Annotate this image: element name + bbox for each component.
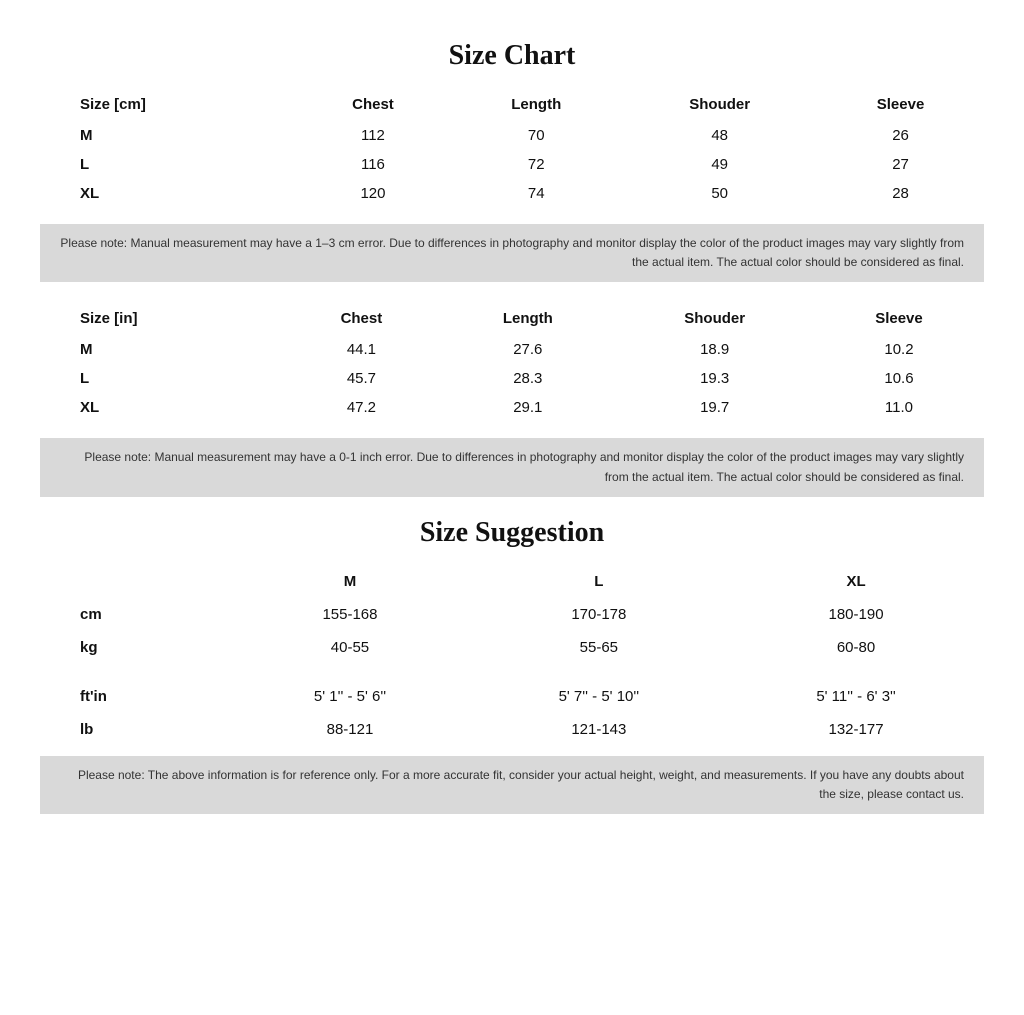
in-row2-chest: 45.7 [283,364,441,393]
cm-header-shoulder: Shouder [622,88,817,121]
in-header-shoulder: Shouder [615,302,813,335]
cm-row1-chest: 112 [296,121,451,150]
cm-row2-chest: 116 [296,150,451,179]
in-row1-length: 27.6 [440,335,615,364]
in-row3-length: 29.1 [440,393,615,422]
in-header-size: Size [in] [40,302,283,335]
cm-header-length: Length [450,88,622,121]
cm-row3-shoulder: 50 [622,179,817,208]
cm-row3-sleeve: 28 [817,179,984,208]
in-row1-sleeve: 10.2 [814,335,984,364]
sug-row3-l: 5' 7'' - 5' 10'' [470,680,728,713]
in-row2-sleeve: 10.6 [814,364,984,393]
suggestion-table: M L XL cm 155-168 170-178 180-190 kg 40-… [40,565,984,746]
cm-header-size: Size [cm] [40,88,296,121]
sug-row2-l: 55-65 [470,631,728,664]
cm-row1-length: 70 [450,121,622,150]
in-row2-shoulder: 19.3 [615,364,813,393]
in-size-table: Size [in] Chest Length Shouder Sleeve M … [40,302,984,422]
in-row3-shoulder: 19.7 [615,393,813,422]
in-header-chest: Chest [283,302,441,335]
table-row: lb 88-121 121-143 132-177 [40,713,984,746]
sug-header-m: M [230,565,469,598]
cm-row1-size: M [40,121,296,150]
cm-size-table: Size [cm] Chest Length Shouder Sleeve M … [40,88,984,208]
table-row: L 45.7 28.3 19.3 10.6 [40,364,984,393]
in-row2-length: 28.3 [440,364,615,393]
sug-header-l: L [470,565,728,598]
sug-row2-xl: 60-80 [728,631,984,664]
sug-header-xl: XL [728,565,984,598]
cm-row2-sleeve: 27 [817,150,984,179]
page-title: Size Chart [40,40,984,72]
in-row3-size: XL [40,393,283,422]
sug-row3-xl: 5' 11'' - 6' 3'' [728,680,984,713]
in-header-sleeve: Sleeve [814,302,984,335]
sug-row1-unit: cm [40,598,230,631]
sug-row1-m: 155-168 [230,598,469,631]
table-row: L 116 72 49 27 [40,150,984,179]
cm-header-chest: Chest [296,88,451,121]
sug-row1-l: 170-178 [470,598,728,631]
in-header-length: Length [440,302,615,335]
in-row1-shoulder: 18.9 [615,335,813,364]
table-row: XL 47.2 29.1 19.7 11.0 [40,393,984,422]
in-row3-chest: 47.2 [283,393,441,422]
sug-row2-m: 40-55 [230,631,469,664]
cm-row1-sleeve: 26 [817,121,984,150]
suggestion-notice: Please note: The above information is fo… [40,756,984,814]
cm-header-sleeve: Sleeve [817,88,984,121]
table-row: M 112 70 48 26 [40,121,984,150]
cm-row3-size: XL [40,179,296,208]
in-row3-sleeve: 11.0 [814,393,984,422]
sug-row4-l: 121-143 [470,713,728,746]
spacer-row [40,664,984,680]
cm-row3-chest: 120 [296,179,451,208]
sug-row4-m: 88-121 [230,713,469,746]
in-notice: Please note: Manual measurement may have… [40,438,984,496]
in-row1-size: M [40,335,283,364]
table-row: ft'in 5' 1'' - 5' 6'' 5' 7'' - 5' 10'' 5… [40,680,984,713]
table-row: kg 40-55 55-65 60-80 [40,631,984,664]
sug-row1-xl: 180-190 [728,598,984,631]
suggestion-title: Size Suggestion [40,517,984,549]
sug-row3-m: 5' 1'' - 5' 6'' [230,680,469,713]
sug-header-blank [40,565,230,598]
cm-notice: Please note: Manual measurement may have… [40,224,984,282]
table-row: M 44.1 27.6 18.9 10.2 [40,335,984,364]
sug-row2-unit: kg [40,631,230,664]
cm-row2-size: L [40,150,296,179]
sug-row3-unit: ft'in [40,680,230,713]
table-row: cm 155-168 170-178 180-190 [40,598,984,631]
in-row2-size: L [40,364,283,393]
cm-row3-length: 74 [450,179,622,208]
cm-row2-length: 72 [450,150,622,179]
sug-row4-unit: lb [40,713,230,746]
cm-row2-shoulder: 49 [622,150,817,179]
sug-row4-xl: 132-177 [728,713,984,746]
table-row: XL 120 74 50 28 [40,179,984,208]
cm-row1-shoulder: 48 [622,121,817,150]
in-row1-chest: 44.1 [283,335,441,364]
